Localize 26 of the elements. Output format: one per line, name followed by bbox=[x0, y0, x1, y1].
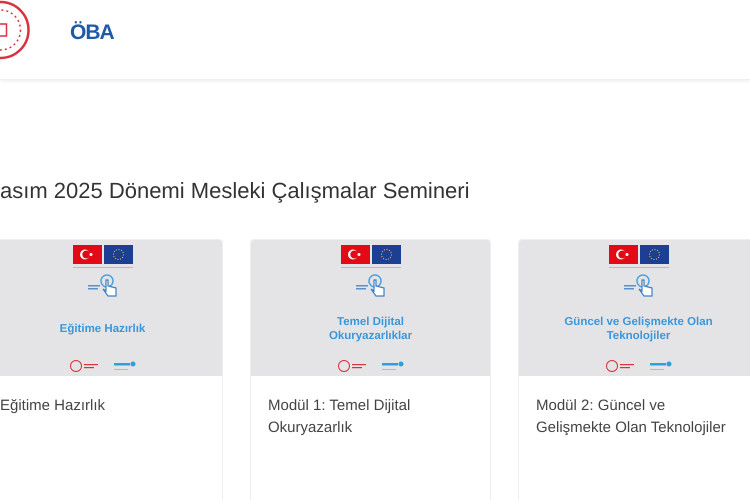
banner-title: Güncel ve Gelişmekte Olan Teknolojiler bbox=[564, 314, 714, 342]
eu-flag-icon bbox=[372, 245, 400, 264]
hand-click-icon bbox=[354, 273, 388, 297]
ministry-seal-icon bbox=[338, 360, 368, 372]
eu-flag-icon bbox=[640, 245, 668, 264]
hand-click-icon bbox=[622, 273, 656, 297]
partner-logo-icon bbox=[382, 360, 404, 372]
page-title: asım 2025 Dönemi Mesleki Çalışmalar Semineri bbox=[0, 178, 470, 204]
hand-click-icon bbox=[86, 273, 120, 297]
oba-logo[interactable]: ÖBA bbox=[70, 22, 114, 43]
partner-logo-icon bbox=[650, 360, 672, 372]
ministry-seal-icon bbox=[70, 360, 100, 372]
turkish-flag-icon bbox=[72, 245, 102, 264]
banner-title: Eğitime Hazırlık bbox=[58, 322, 146, 336]
partner-logo-icon bbox=[114, 360, 136, 372]
ministry-seal-icon bbox=[606, 360, 636, 372]
eu-flag-icon bbox=[104, 245, 132, 264]
course-card[interactable]: Temel Dijital Okuryazarlıklar Modül 1: Temel Dijital Okuryazarlık bbox=[250, 239, 491, 500]
turkish-flag-icon bbox=[340, 245, 370, 264]
course-title[interactable]: Eğitime Hazırlık bbox=[0, 395, 205, 417]
course-card[interactable]: Eğitime Hazırlık Eğitime Hazırlık bbox=[0, 239, 223, 500]
course-title[interactable]: Modül 2: Güncel ve Gelişmekte Olan Teknolojiler bbox=[536, 395, 741, 439]
course-title[interactable]: Modül 1: Temel Dijital Okuryazarlık bbox=[268, 395, 473, 439]
turkish-flag-icon bbox=[608, 245, 638, 264]
course-card[interactable]: Güncel ve Gelişmekte Olan Teknolojiler Modül 2: Güncel ve Gelişmekte Olan Teknolojiler bbox=[518, 239, 750, 500]
banner-title: Temel Dijital Okuryazarlıklar bbox=[328, 314, 414, 342]
